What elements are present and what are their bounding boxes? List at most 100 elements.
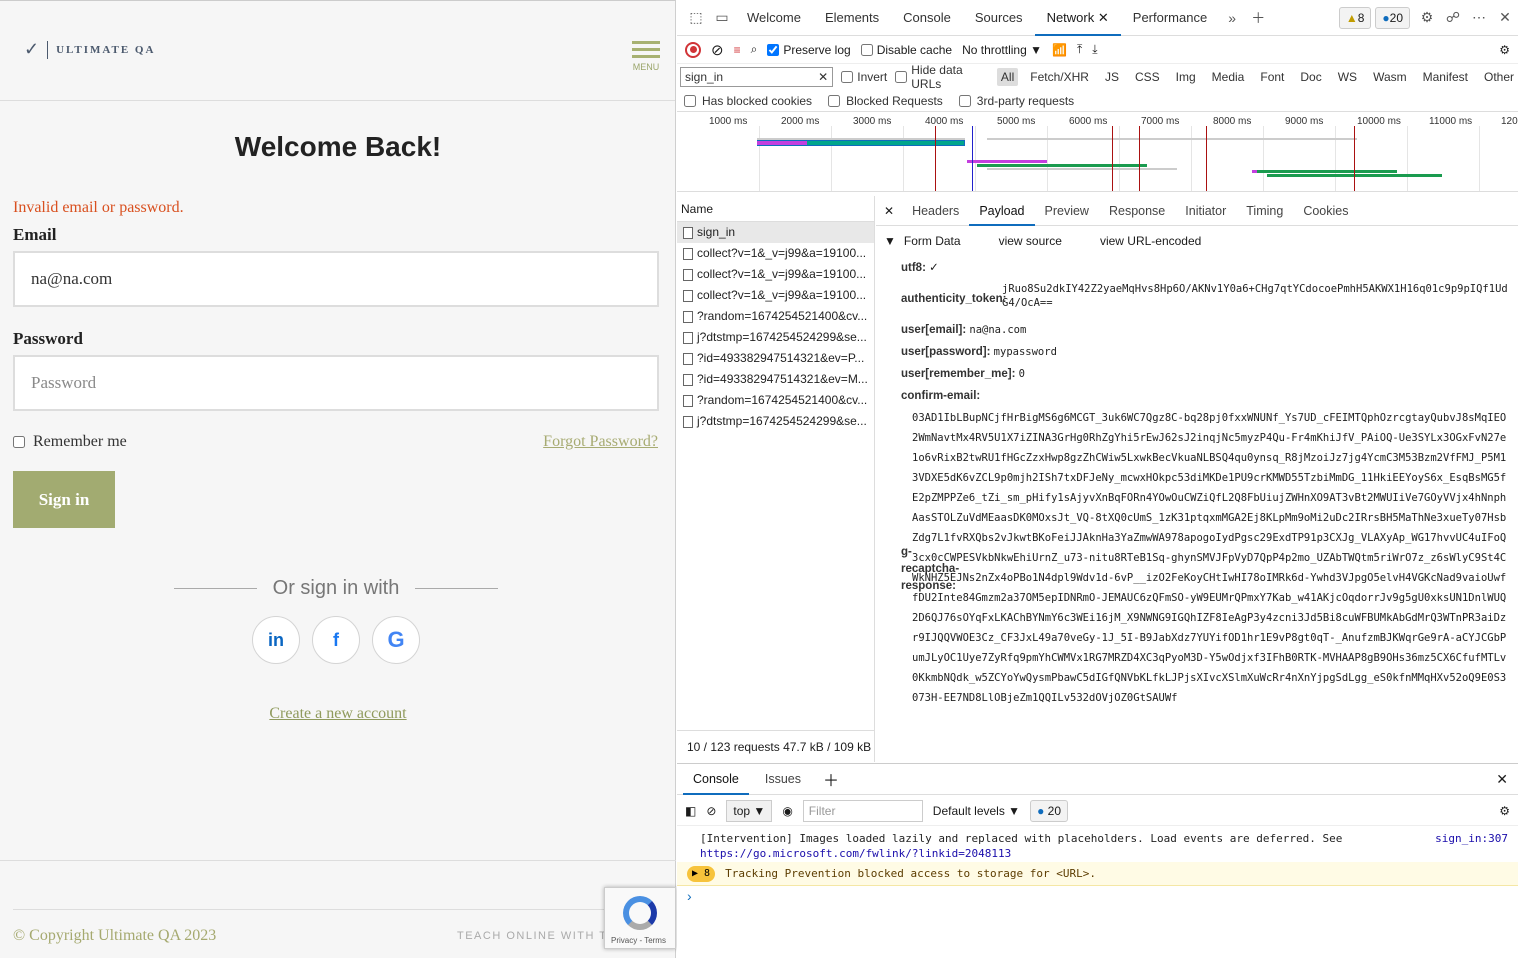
more-tabs-icon[interactable]: »	[1219, 10, 1245, 26]
logo[interactable]: ✓ ULTIMATE QA	[24, 39, 155, 60]
network-settings-icon[interactable]: ⚙	[1499, 43, 1518, 57]
preserve-log-checkbox[interactable]	[767, 43, 780, 56]
linkedin-button[interactable]: in	[252, 616, 300, 664]
blocked-cookies-checkbox[interactable]	[684, 94, 696, 107]
drawer-tab-console[interactable]: Console	[683, 764, 749, 795]
request-row[interactable]: collect?v=1&_v=j99&a=19100...	[677, 264, 874, 285]
export-har-icon[interactable]: ⤓	[1092, 42, 1097, 57]
messages-badge[interactable]: ●20	[1375, 6, 1410, 29]
warning-group-badge[interactable]: ▶ 8	[687, 865, 716, 882]
third-party-checkbox[interactable]	[958, 94, 971, 107]
type-filter-fetch[interactable]: Fetch/XHR	[1026, 68, 1093, 86]
clear-console-icon[interactable]: ⊘	[706, 804, 716, 818]
add-drawer-tab-icon[interactable]: ＋	[817, 767, 845, 791]
password-field[interactable]	[13, 355, 659, 411]
tab-network[interactable]: Network ✕	[1034, 0, 1121, 36]
request-row[interactable]: ?random=1674254521400&cv...	[677, 390, 874, 411]
email-field[interactable]	[13, 251, 659, 307]
tab-cookies[interactable]: Cookies	[1293, 196, 1358, 226]
settings-icon[interactable]: ⚙	[1414, 9, 1440, 26]
close-drawer-icon[interactable]: ✕	[1496, 771, 1518, 788]
request-row[interactable]: collect?v=1&_v=j99&a=19100...	[677, 243, 874, 264]
disable-cache-checkbox[interactable]	[860, 43, 873, 56]
tab-console[interactable]: Console	[891, 0, 963, 36]
invert-filter[interactable]: Invert	[841, 70, 887, 84]
view-url-encoded-link[interactable]: view URL-encoded	[1100, 234, 1201, 248]
filter-input[interactable]: sign_in ✕	[680, 67, 834, 87]
hide-data-urls-checkbox[interactable]	[895, 71, 908, 83]
search-icon[interactable]: ⌕	[751, 42, 758, 57]
intervention-link[interactable]: https://go.microsoft.com/fwlink/?linkid=…	[700, 847, 1011, 860]
sidebar-toggle-icon[interactable]: ◧	[685, 804, 696, 818]
preserve-log[interactable]: Preserve log	[767, 43, 851, 57]
live-expression-icon[interactable]: ◉	[782, 804, 792, 818]
tab-preview[interactable]: Preview	[1035, 196, 1099, 226]
import-har-icon[interactable]: ⤒	[1077, 42, 1082, 57]
tab-initiator[interactable]: Initiator	[1175, 196, 1236, 226]
type-filter-ws[interactable]: WS	[1334, 68, 1361, 86]
recaptcha-links[interactable]: Privacy - Terms	[611, 936, 666, 945]
tab-timing[interactable]: Timing	[1236, 196, 1293, 226]
recaptcha-badge[interactable]: Privacy - Terms	[604, 887, 676, 949]
context-select[interactable]: top ▼	[726, 799, 773, 822]
tab-sources[interactable]: Sources	[963, 0, 1035, 36]
blocked-requests-checkbox[interactable]	[828, 94, 841, 107]
tab-payload[interactable]: Payload	[969, 196, 1035, 226]
user-feedback-icon[interactable]: ☍	[1440, 9, 1466, 26]
type-filter-manifest[interactable]: Manifest	[1419, 68, 1472, 86]
menu-button[interactable]: MENU	[632, 41, 660, 72]
type-filter-other[interactable]: Other	[1480, 68, 1518, 86]
log-levels-select[interactable]: Default levels ▼	[933, 804, 1020, 818]
clear-filter-icon[interactable]: ✕	[818, 68, 828, 86]
sign-in-button[interactable]: Sign in	[13, 471, 115, 528]
type-filter-media[interactable]: Media	[1208, 68, 1249, 86]
remember-me[interactable]: Remember me	[13, 433, 127, 451]
hide-data-urls[interactable]: Hide data URLs	[895, 63, 989, 91]
console-filter-input[interactable]: Filter	[802, 799, 923, 822]
add-tab-icon[interactable]: ＋	[1245, 8, 1271, 28]
drawer-tab-issues[interactable]: Issues	[755, 764, 811, 795]
forgot-password-link[interactable]: Forgot Password?	[543, 433, 658, 451]
close-details-icon[interactable]: ✕	[884, 204, 902, 218]
record-button[interactable]	[685, 41, 701, 58]
tab-performance[interactable]: Performance	[1121, 0, 1219, 36]
type-filter-font[interactable]: Font	[1256, 68, 1288, 86]
google-button[interactable]: G	[372, 616, 420, 664]
tab-headers[interactable]: Headers	[902, 196, 969, 226]
throttling-select[interactable]: No throttling ▼	[962, 43, 1042, 57]
disable-cache[interactable]: Disable cache	[860, 43, 952, 57]
more-options-icon[interactable]: ⋯	[1466, 9, 1492, 26]
type-filter-all[interactable]: All	[996, 68, 1019, 86]
invert-checkbox[interactable]	[841, 71, 854, 83]
request-row[interactable]: j?dtstmp=1674254524299&se...	[677, 327, 874, 348]
console-messages-badge[interactable]: ● 20	[1030, 799, 1069, 822]
tab-welcome[interactable]: Welcome	[735, 0, 813, 36]
form-data-header[interactable]: ▼ Form Data view source view URL-encoded	[876, 230, 1518, 252]
name-column-header[interactable]: Name	[677, 196, 874, 222]
request-row[interactable]: collect?v=1&_v=j99&a=19100...	[677, 285, 874, 306]
request-row[interactable]: ?random=1674254521400&cv...	[677, 306, 874, 327]
create-account-link[interactable]: Create a new account	[0, 705, 676, 723]
request-row[interactable]: j?dtstmp=1674254524299&se...	[677, 411, 874, 432]
filter-icon[interactable]: ≡	[734, 43, 741, 57]
console-settings-icon[interactable]: ⚙	[1499, 804, 1518, 818]
request-row[interactable]: ?id=493382947514321&ev=P...	[677, 348, 874, 369]
view-source-link[interactable]: view source	[999, 234, 1062, 248]
tab-response[interactable]: Response	[1099, 196, 1175, 226]
console-prompt[interactable]: ›	[687, 888, 692, 904]
type-filter-doc[interactable]: Doc	[1296, 68, 1325, 86]
close-tab-icon[interactable]: ✕	[1098, 10, 1109, 25]
request-row[interactable]: sign_in	[677, 222, 874, 243]
network-conditions-icon[interactable]: 📶	[1052, 43, 1067, 57]
facebook-button[interactable]: f	[312, 616, 360, 664]
type-filter-img[interactable]: Img	[1172, 68, 1200, 86]
network-overview-timeline[interactable]: 1000 ms 2000 ms 3000 ms 4000 ms 5000 ms 6000 …	[677, 112, 1518, 192]
warnings-badge[interactable]: ▲8	[1338, 6, 1372, 29]
remember-me-checkbox[interactable]	[13, 436, 25, 448]
type-filter-css[interactable]: CSS	[1131, 68, 1164, 86]
device-emulation-icon[interactable]: ▭	[709, 9, 735, 26]
source-link[interactable]: sign_in:307	[1435, 832, 1508, 845]
inspect-icon[interactable]: ⬚	[683, 9, 709, 26]
type-filter-js[interactable]: JS	[1101, 68, 1123, 86]
tab-elements[interactable]: Elements	[813, 0, 891, 36]
